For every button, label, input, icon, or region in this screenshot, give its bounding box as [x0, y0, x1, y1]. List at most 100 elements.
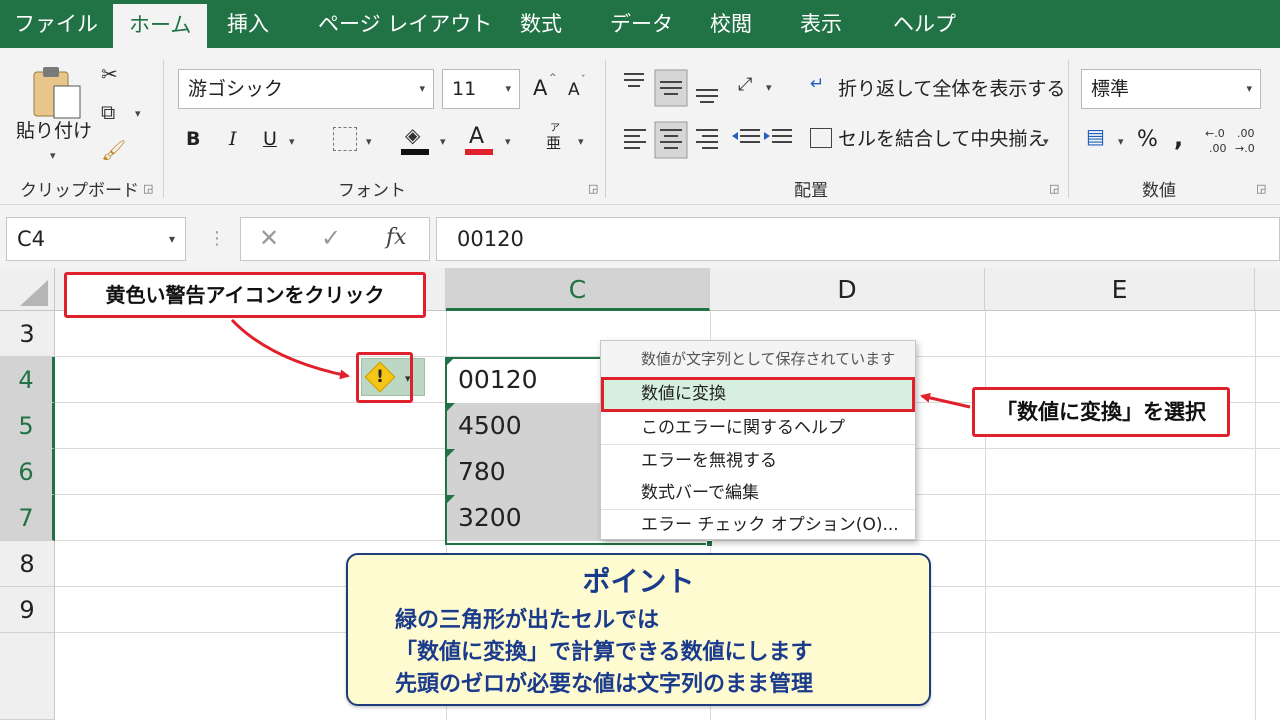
borders-icon[interactable] [333, 127, 357, 151]
chevron-down-icon[interactable]: ▾ [440, 136, 446, 147]
gridline [1255, 311, 1256, 720]
number-format-dropdown[interactable]: 標準 ▾ [1081, 69, 1261, 109]
row-header-4[interactable]: 4 [0, 357, 55, 403]
chevron-down-icon[interactable]: ▾ [1118, 136, 1124, 147]
font-name-dropdown[interactable]: 游ゴシック ▾ [178, 69, 434, 109]
dialog-launcher-icon[interactable]: ◲ [1256, 182, 1266, 195]
tab-home[interactable]: ホーム [113, 4, 208, 48]
chevron-down-icon[interactable]: ▾ [366, 136, 372, 147]
italic-button[interactable]: I [229, 130, 237, 149]
row-header-7[interactable]: 7 [0, 495, 55, 541]
phonetic-button[interactable]: 亜 [546, 136, 561, 151]
row-header-8[interactable]: 8 [0, 541, 55, 587]
merge-center-button[interactable]: セルを結合して中央揃え [838, 130, 1046, 149]
grip-icon: ⋮ [208, 228, 226, 249]
cell-value: 4500 [458, 411, 522, 440]
format-painter-icon[interactable]: 🖌 [101, 140, 126, 160]
wrap-text-button[interactable]: 折り返して全体を表示する [838, 80, 1065, 99]
tab-page-layout[interactable]: ページ レイアウト [318, 0, 492, 48]
chevron-down-icon: ▾ [50, 149, 56, 162]
warning-icon-highlight [356, 352, 413, 403]
copy-icon[interactable]: ⧉ [101, 102, 115, 122]
fill-handle[interactable] [706, 540, 713, 547]
menu-item-error-checking-options[interactable]: エラー チェック オプション(O)... [601, 510, 915, 540]
cell-value: 3200 [458, 503, 522, 532]
menu-header: 数値が文字列として保存されています [601, 341, 915, 377]
menu-item-ignore-error[interactable]: エラーを無視する [601, 445, 915, 477]
name-box-value: C4 [17, 227, 46, 251]
row-header-3[interactable]: 3 [0, 311, 55, 357]
enter-check-icon[interactable]: ✓ [321, 224, 341, 252]
comma-style-button[interactable]: , [1174, 126, 1183, 150]
tab-review[interactable]: 校閲 [710, 0, 752, 48]
dialog-launcher-icon[interactable]: ◲ [143, 182, 153, 195]
paste-label: 貼り付け [16, 120, 93, 142]
row-header-10[interactable] [0, 633, 55, 720]
insert-function-button[interactable]: fx [386, 225, 407, 250]
formula-buttons: ✕ ✓ fx [240, 217, 430, 261]
corner-triangle-icon [20, 280, 48, 306]
shrink-font-button[interactable]: A [568, 82, 580, 99]
divider [163, 60, 164, 198]
chevron-down-icon[interactable]: ▾ [289, 136, 295, 147]
group-label-alignment: 配置 [794, 181, 828, 201]
accounting-format-icon[interactable]: ▤ [1086, 126, 1105, 146]
copy-chevron-down-icon[interactable]: ▾ [135, 108, 141, 119]
dialog-launcher-icon[interactable]: ◲ [1049, 182, 1059, 195]
decimal-buttons-icon[interactable]: ←.0 .00 .00 →.0 [1203, 124, 1265, 156]
font-size-value: 11 [452, 78, 477, 100]
row-header-6[interactable]: 6 [0, 449, 55, 495]
cut-icon[interactable]: ✂ [101, 64, 118, 84]
menu-item-edit-in-formula-bar[interactable]: 数式バーで編集 [601, 477, 915, 509]
column-header-f[interactable] [1255, 268, 1280, 311]
font-size-dropdown[interactable]: 11 ▾ [442, 69, 520, 109]
menu-item-help-on-error[interactable]: このエラーに関するヘルプ [601, 412, 915, 444]
name-box[interactable]: C4 ▾ [6, 217, 186, 261]
column-header-c[interactable]: C [446, 268, 710, 311]
percent-style-button[interactable]: % [1137, 129, 1158, 151]
svg-text:←.0: ←.0 [1205, 127, 1225, 140]
tab-insert[interactable]: 挿入 [227, 0, 269, 48]
tab-view[interactable]: 表示 [800, 0, 842, 48]
group-label-clipboard: クリップボード [20, 181, 139, 201]
vertical-align-icons[interactable] [620, 68, 730, 108]
merge-center-icon[interactable] [810, 128, 832, 148]
bold-button[interactable]: B [186, 130, 200, 149]
tab-help[interactable]: ヘルプ [893, 0, 956, 48]
dialog-launcher-icon[interactable]: ◲ [588, 182, 598, 195]
row-header-9[interactable]: 9 [0, 587, 55, 633]
chevron-down-icon[interactable]: ▾ [505, 136, 511, 147]
cancel-icon[interactable]: ✕ [259, 224, 279, 252]
fill-color-icon[interactable]: ◈ [405, 125, 420, 145]
point-box-title: ポイント [582, 565, 695, 598]
chevron-down-icon[interactable]: ▾ [766, 82, 772, 93]
svg-text:→.0: →.0 [1235, 142, 1255, 155]
horizontal-align-icons[interactable] [620, 120, 800, 160]
menu-item-convert-to-number[interactable]: 数値に変換 [601, 377, 915, 412]
tab-data[interactable]: データ [610, 0, 673, 48]
gridline [985, 311, 986, 720]
column-header-d[interactable]: D [710, 268, 985, 311]
formula-input[interactable]: 00120 [436, 217, 1280, 261]
row-header-5[interactable]: 5 [0, 403, 55, 449]
tab-formulas[interactable]: 数式 [520, 0, 562, 48]
cell-value: 00120 [458, 365, 538, 394]
error-indicator-triangle [446, 495, 455, 504]
chevron-down-icon: ▾ [505, 82, 511, 95]
underline-button[interactable]: U [263, 130, 277, 149]
font-color-button[interactable]: A [469, 126, 484, 148]
select-all-corner[interactable] [0, 268, 55, 311]
chevron-down-icon[interactable]: ▾ [578, 136, 584, 147]
chevron-down-icon[interactable]: ▾ [1043, 136, 1049, 147]
chevron-down-icon: ▾ [168, 232, 175, 246]
error-indicator-triangle [446, 449, 455, 458]
wrap-text-icon[interactable]: ↵ [810, 76, 824, 93]
cell-value: 780 [458, 457, 506, 486]
chevron-down-icon: ▾ [1246, 82, 1252, 95]
error-options-menu: 数値が文字列として保存されています 数値に変換 このエラーに関するヘルプ エラー… [600, 340, 916, 540]
group-label-font: フォント [338, 181, 406, 201]
orientation-icon[interactable]: ⤢ [738, 76, 752, 94]
grow-font-button[interactable]: A [533, 78, 547, 99]
tab-file[interactable]: ファイル [14, 0, 98, 48]
column-header-e[interactable]: E [985, 268, 1255, 311]
